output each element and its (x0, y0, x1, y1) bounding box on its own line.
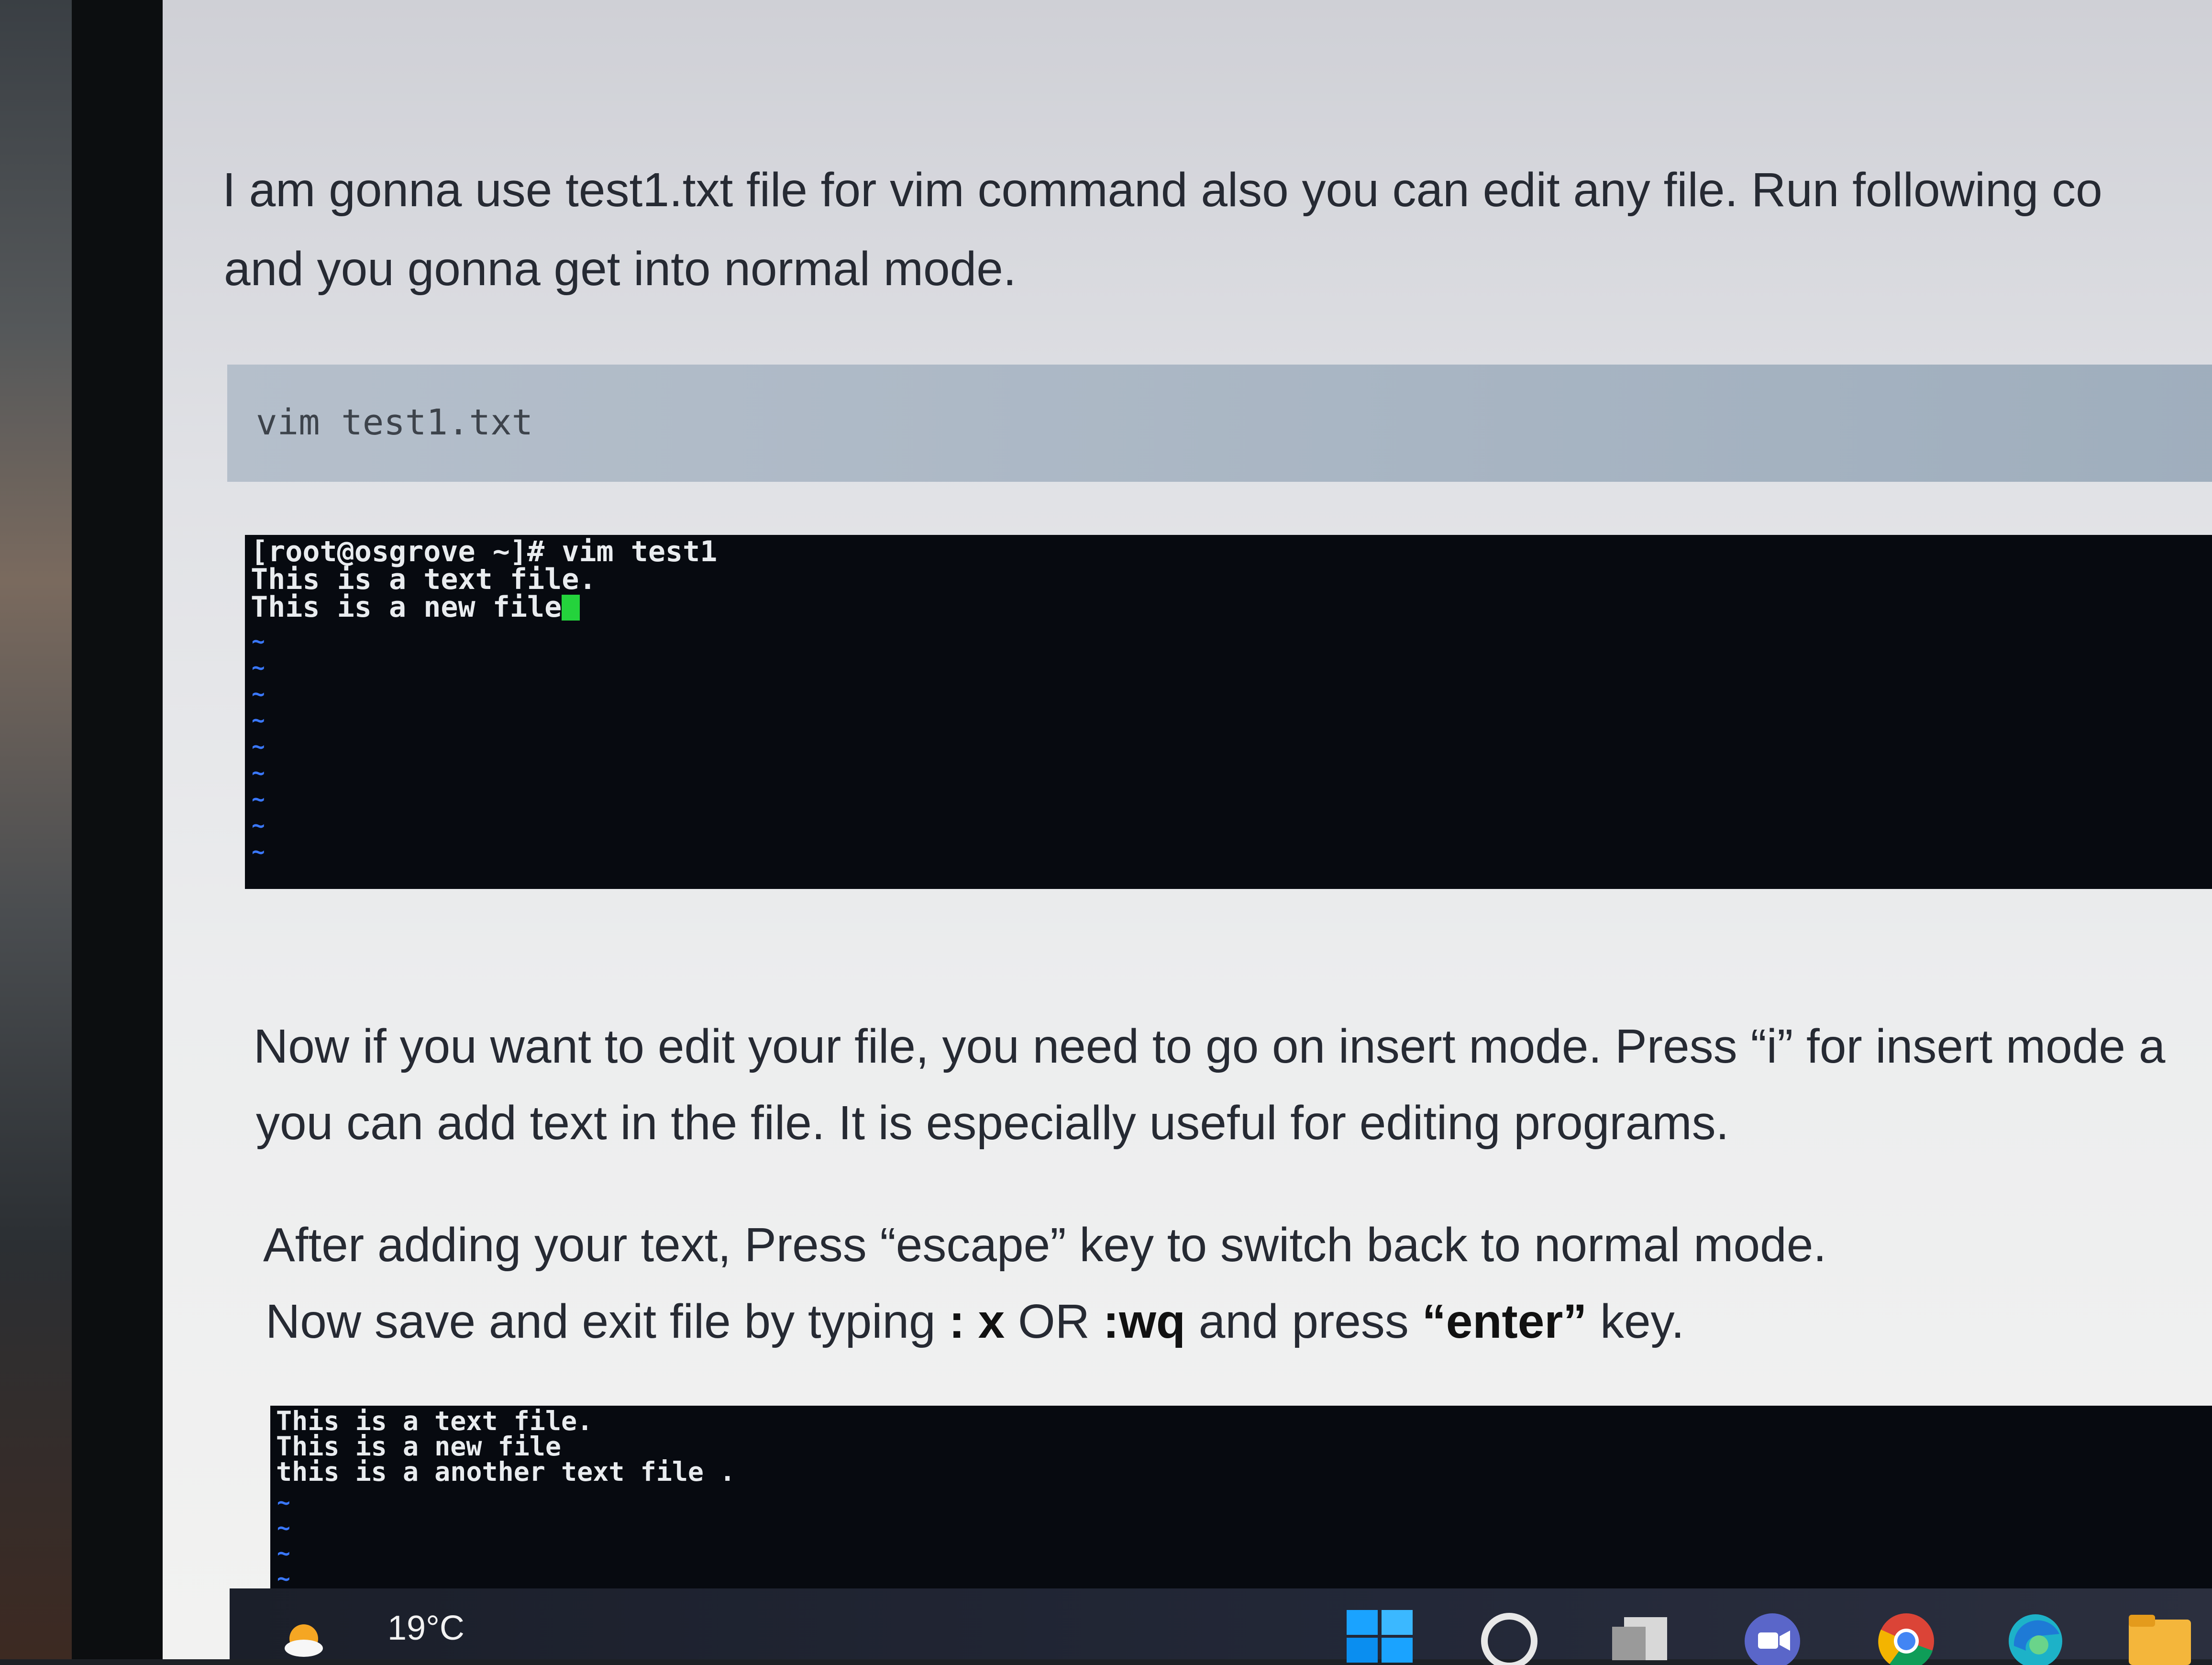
paragraph-save-exit: Now save and exit file by typing : x OR … (265, 1282, 2212, 1361)
tilde-marker: ~ (252, 628, 265, 654)
terminal-line: [root@osgrove ~]# vim test1 (251, 535, 718, 568)
terminal-line: This is a text file. (251, 563, 597, 596)
teams-chat-icon[interactable] (1736, 1608, 1808, 1665)
browser-page: I am gonna use test1.txt file for vim co… (163, 0, 2212, 1659)
chrome-icon[interactable] (1870, 1608, 1942, 1665)
tilde-marker: ~ (277, 1540, 290, 1566)
terminal-text: This is a new file (251, 590, 562, 624)
tilde-marker: ~ (252, 786, 265, 812)
text: OR (1005, 1295, 1103, 1348)
paragraph-insert-mode-line2: you can add text in the file. It is espe… (256, 1096, 1729, 1150)
terminal-screenshot-2: This is a text file. This is a new file … (270, 1406, 2212, 1597)
tilde-marker: ~ (252, 839, 265, 865)
paragraph-escape: After adding your text, Press “escape” k… (263, 1218, 1827, 1272)
code-block: vim test1.txt (227, 365, 2212, 482)
weather-temperature[interactable]: 19°C (387, 1609, 465, 1648)
command-x: : x (949, 1295, 1005, 1348)
paragraph-intro-line1: I am gonna use test1.txt file for vim co… (222, 163, 2102, 217)
tilde-marker: ~ (252, 812, 265, 838)
code-text: vim test1.txt (256, 402, 533, 443)
tilde-marker: ~ (277, 1565, 290, 1591)
terminal-cursor (562, 595, 580, 621)
terminal-line: This is a new file (276, 1431, 562, 1462)
paragraph-insert-mode-line1: Now if you want to edit your file, you n… (254, 1020, 2166, 1073)
text: key. (1587, 1295, 1684, 1348)
terminal-line: this is a another text file . (276, 1456, 736, 1487)
tilde-marker: ~ (277, 1515, 290, 1541)
tilde-marker: ~ (252, 707, 265, 733)
windows-start-icon[interactable] (1344, 1608, 1416, 1665)
edge-icon[interactable] (2000, 1608, 2071, 1665)
file-explorer-icon[interactable] (2124, 1608, 2196, 1665)
tilde-marker: ~ (252, 655, 265, 680)
tilde-marker: ~ (252, 733, 265, 759)
weather-icon[interactable] (282, 1615, 325, 1658)
terminal-line: This is a text file. (276, 1406, 593, 1436)
paragraph-intro-line2: and you gonna get into normal mode. (224, 242, 1017, 296)
tilde-marker: ~ (277, 1489, 290, 1515)
task-view-icon[interactable] (1607, 1608, 1679, 1665)
tilde-marker: ~ (252, 760, 265, 786)
command-wq: :wq (1103, 1295, 1185, 1348)
terminal-line: This is a new file (251, 590, 580, 624)
text: and press (1185, 1295, 1422, 1348)
tilde-marker: ~ (252, 681, 265, 707)
monitor-bezel (72, 0, 167, 1659)
text: Now save and exit file by typing (265, 1295, 949, 1348)
terminal-screenshot-1: [root@osgrove ~]# vim test1 This is a te… (245, 535, 2212, 889)
search-icon[interactable] (1473, 1608, 1545, 1665)
taskbar: 19°C (230, 1588, 2212, 1665)
enter-key-label: “enter” (1422, 1295, 1587, 1348)
